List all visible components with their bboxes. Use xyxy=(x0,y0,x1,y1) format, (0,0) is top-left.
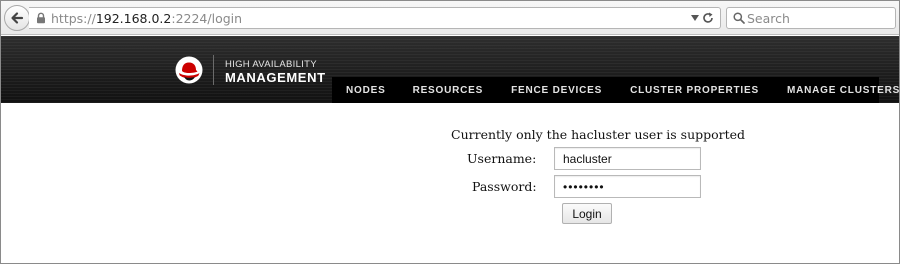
back-button[interactable] xyxy=(4,5,30,31)
reload-icon[interactable] xyxy=(701,11,715,25)
nav-cluster-properties[interactable]: CLUSTER PROPERTIES xyxy=(630,85,759,96)
password-label: Password: xyxy=(472,179,537,194)
address-bar[interactable]: https://192.168.0.2:2224/login xyxy=(29,7,721,29)
brand-subtitle: HIGH AVAILABILITY xyxy=(225,59,317,70)
browser-toolbar: https://192.168.0.2:2224/login xyxy=(1,1,899,35)
url-host: 192.168.0.2 xyxy=(95,11,172,26)
brand-title: MANAGEMENT xyxy=(225,70,326,85)
login-notice: Currently only the hacluster user is sup… xyxy=(451,127,746,142)
back-arrow-icon xyxy=(11,12,24,24)
search-bar[interactable] xyxy=(726,7,896,29)
logo-divider xyxy=(213,55,214,85)
url-scheme: https:// xyxy=(51,11,96,26)
search-icon xyxy=(733,12,745,24)
lock-icon xyxy=(37,12,45,24)
url-text: https://192.168.0.2:2224/login xyxy=(51,11,242,26)
username-label: Username: xyxy=(467,151,537,166)
nav-manage-clusters[interactable]: MANAGE CLUSTERS xyxy=(787,85,900,96)
search-input[interactable] xyxy=(747,10,887,26)
app-header: HIGH AVAILABILITY MANAGEMENT NODES RESOU… xyxy=(1,36,899,103)
main-nav: NODES RESOURCES FENCE DEVICES CLUSTER PR… xyxy=(332,77,899,103)
username-field[interactable] xyxy=(554,147,701,170)
nav-resources[interactable]: RESOURCES xyxy=(413,85,484,96)
nav-fence-devices[interactable]: FENCE DEVICES xyxy=(511,85,602,96)
url-path: :2224/login xyxy=(171,11,243,26)
login-button[interactable]: Login xyxy=(562,203,612,224)
password-field[interactable] xyxy=(554,175,701,198)
dropdown-arrow-icon[interactable] xyxy=(691,15,699,22)
nav-nodes[interactable]: NODES xyxy=(346,85,386,96)
red-hat-shadowman-icon xyxy=(175,56,203,84)
